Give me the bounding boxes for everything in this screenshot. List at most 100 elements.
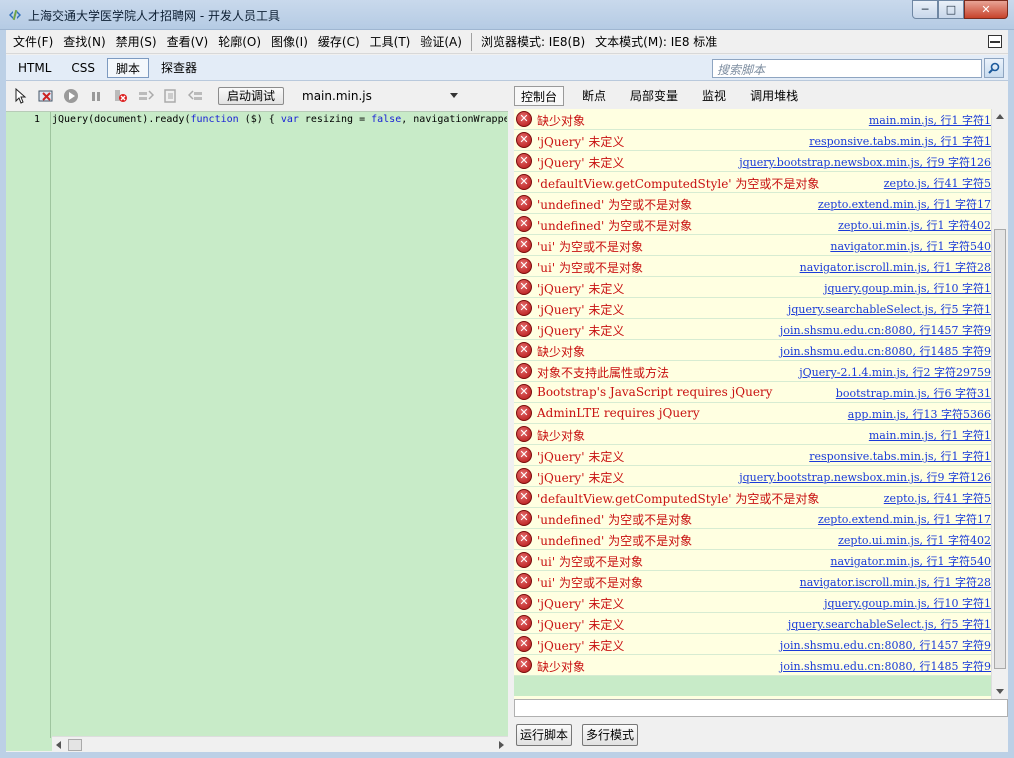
editor-horizontal-scrollbar[interactable] [52,736,508,752]
pause-icon[interactable] [87,87,105,105]
tab-html[interactable]: HTML [10,58,59,78]
line-number-gutter [28,112,51,738]
menu-disable[interactable]: 禁用(S) [111,32,162,52]
tab-script[interactable]: 脚本 [107,57,150,78]
console-message: 'ui' 为空或不是对象 [537,261,643,275]
console-row: ✕ 'defaultView.getComputedStyle' 为空或不是对象 z… [514,487,991,508]
tab-call-stack[interactable]: 调用堆栈 [744,86,804,106]
run-script-button[interactable]: 运行脚本 [516,724,573,746]
console-source-link[interactable]: zepto.extend.min.js, 行1 字符17 [818,511,991,527]
error-icon: ✕ [516,132,532,148]
console-source-link[interactable]: zepto.extend.min.js, 行1 字符17 [818,196,991,212]
search-script-input[interactable]: 搜索脚本 [712,59,982,78]
console-source-link[interactable]: navigator.min.js, 行1 字符540 [830,553,991,569]
console-vertical-scrollbar[interactable] [991,109,1008,699]
error-icon: ✕ [516,216,532,232]
console-row: ✕ 'undefined' 为空或不是对象 zepto.ui.min.js, 行1 … [514,529,991,550]
menu-find[interactable]: 查找(N) [58,32,110,52]
console-row: ✕ 'jQuery' 未定义 jquery.searchableSelect.js,… [514,298,991,319]
console-source-link[interactable]: jquery.bootstrap.newsbox.min.js, 行9 字符12… [739,469,991,485]
console-source-link[interactable]: responsive.tabs.min.js, 行1 字符1 [809,448,991,464]
chevron-down-icon [450,93,459,98]
scrollbar-thumb[interactable] [994,229,1006,669]
console-source-link[interactable]: jquery.goup.min.js, 行10 字符1 [824,280,991,296]
menu-tools[interactable]: 工具(T) [365,32,416,52]
menu-images[interactable]: 图像(I) [266,32,313,52]
code-editor[interactable]: 1 jQuery(document).ready(function ($) { … [6,111,508,752]
tab-locals[interactable]: 局部变量 [624,86,684,106]
scroll-right-icon[interactable] [499,741,504,749]
console-source-link[interactable]: zepto.js, 行41 字符5 [884,490,991,506]
console-source-link[interactable]: join.shsmu.edu.cn:8080, 行1457 字符9 [780,322,991,338]
console-source-link[interactable]: zepto.ui.min.js, 行1 字符402 [838,532,991,548]
search-icon[interactable] [984,58,1004,78]
console-source-link[interactable]: zepto.ui.min.js, 行1 字符402 [838,217,991,233]
console-message: 'jQuery' 未定义 [537,324,625,338]
console-source-link[interactable]: jQuery-2.1.4.min.js, 行2 字符29759 [799,364,991,380]
code-line[interactable]: jQuery(document).ready(function ($) { va… [52,114,507,125]
break-on-error-icon[interactable] [112,87,130,105]
console-row: ✕ 'jQuery' 未定义 jquery.bootstrap.newsbox.mi… [514,466,991,487]
close-button[interactable]: ✕ [964,0,1008,19]
console-message: 'ui' 为空或不是对象 [537,240,643,254]
error-icon: ✕ [516,174,532,190]
console-source-link[interactable]: navigator.min.js, 行1 字符540 [830,238,991,254]
console-source-link[interactable]: jquery.searchableSelect.js, 行5 字符1 [788,616,991,632]
console-message: 'undefined' 为空或不是对象 [537,198,693,212]
console-command-input[interactable] [514,699,1008,717]
tab-css[interactable]: CSS [63,58,103,78]
console-source-link[interactable]: join.shsmu.edu.cn:8080, 行1485 字符9 [780,658,991,674]
start-debugging-button[interactable]: 启动调试 [218,87,285,105]
minimize-pane-icon[interactable] [988,35,1002,48]
tab-console[interactable]: 控制台 [514,86,565,106]
maximize-button[interactable]: □ [938,0,964,19]
menu-outline[interactable]: 轮廓(O) [213,32,266,52]
console-source-link[interactable]: jquery.bootstrap.newsbox.min.js, 行9 字符12… [739,154,991,170]
minimize-button[interactable]: ─ [912,0,938,19]
error-icon: ✕ [516,573,532,589]
console-source-link[interactable]: bootstrap.min.js, 行6 字符31 [836,385,991,401]
console-source-link[interactable]: main.min.js, 行1 字符1 [869,112,991,128]
console-source-link[interactable]: jquery.searchableSelect.js, 行5 字符1 [788,301,991,317]
console-source-link[interactable]: zepto.js, 行41 字符5 [884,175,991,191]
console-message: 缺少对象 [537,345,586,359]
magnifier-icon [988,62,1000,74]
menu-document-mode[interactable]: 文本模式(M): IE8 标准 [590,32,722,52]
error-icon: ✕ [516,615,532,631]
console-source-link[interactable]: responsive.tabs.min.js, 行1 字符1 [809,133,991,149]
console-source-link[interactable]: navigator.iscroll.min.js, 行1 字符28 [800,259,991,275]
menu-validate[interactable]: 验证(A) [415,32,467,52]
menu-view[interactable]: 查看(V) [162,32,214,52]
script-file-name: main.min.js [302,89,372,103]
menu-cache[interactable]: 缓存(C) [313,32,365,52]
menu-file[interactable]: 文件(F) [8,32,58,52]
multiline-mode-button[interactable]: 多行模式 [582,724,639,746]
breakpoint-gutter[interactable] [6,112,28,738]
continue-icon[interactable] [62,87,80,105]
step-out-icon[interactable] [187,87,205,105]
scroll-down-icon[interactable] [996,689,1004,694]
select-element-icon[interactable] [12,87,30,105]
console-source-link[interactable]: jquery.goup.min.js, 行10 字符1 [824,595,991,611]
console-source-link[interactable]: join.shsmu.edu.cn:8080, 行1485 字符9 [780,343,991,359]
scrollbar-thumb[interactable] [68,739,82,751]
console-message: 'undefined' 为空或不是对象 [537,534,693,548]
console-row: ✕ 'jQuery' 未定义 join.shsmu.edu.cn:8080, 行14… [514,634,991,655]
tab-watch[interactable]: 监视 [696,86,732,106]
console-source-link[interactable]: join.shsmu.edu.cn:8080, 行1457 字符9 [780,637,991,653]
menu-browser-mode[interactable]: 浏览器模式: IE8(B) [476,32,590,52]
tab-breakpoints[interactable]: 断点 [576,86,612,106]
step-into-icon[interactable] [137,87,155,105]
clear-browser-cache-icon[interactable] [37,87,55,105]
console-source-link[interactable]: app.min.js, 行13 字符5366 [848,406,991,422]
scroll-up-icon[interactable] [996,114,1004,119]
console-source-link[interactable]: main.min.js, 行1 字符1 [869,427,991,443]
scroll-left-icon[interactable] [56,741,61,749]
script-file-select[interactable]: main.min.js [302,86,462,106]
tab-profiler[interactable]: 探查器 [153,58,205,78]
line-number: 1 [34,114,41,125]
error-icon: ✕ [516,342,532,358]
step-over-icon[interactable] [162,87,180,105]
console-row: ✕ 'undefined' 为空或不是对象 zepto.extend.min.js,… [514,508,991,529]
console-source-link[interactable]: navigator.iscroll.min.js, 行1 字符28 [800,574,991,590]
